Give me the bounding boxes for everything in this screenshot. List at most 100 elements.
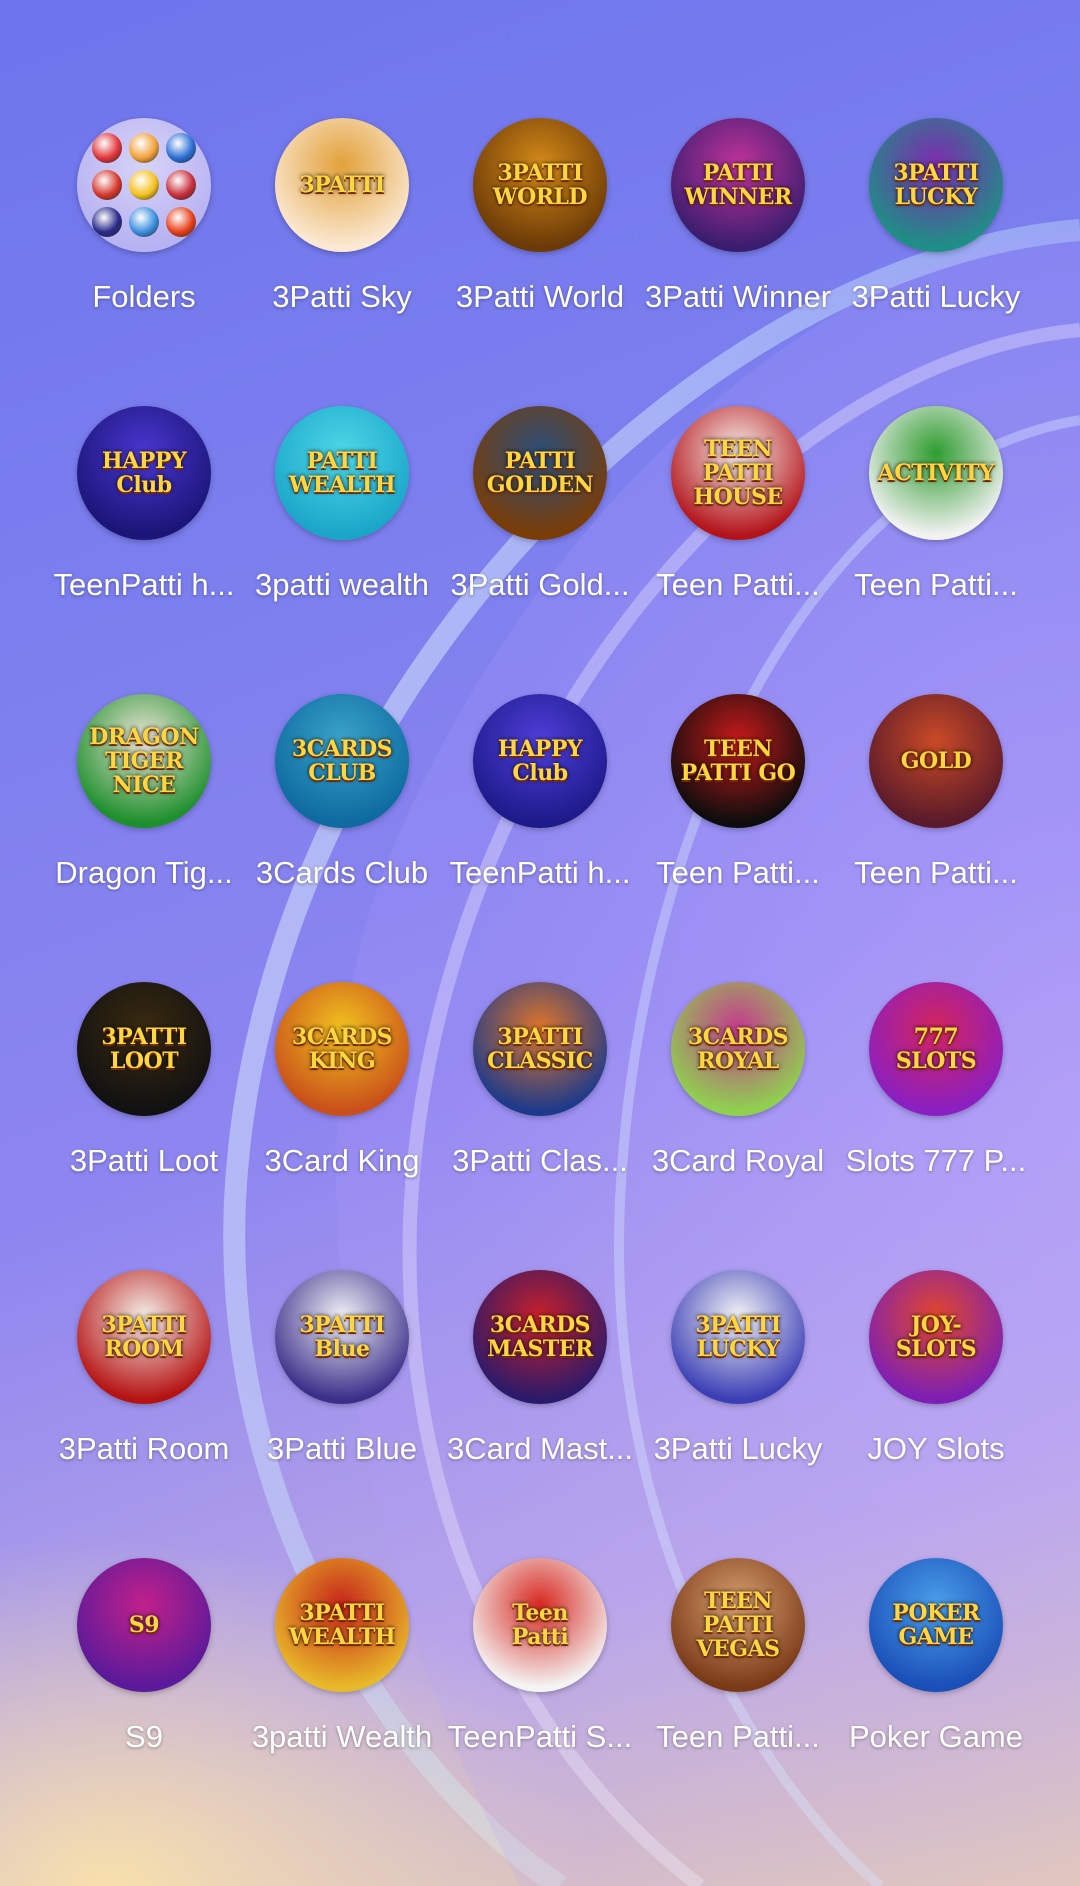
folder-icon[interactable] [77, 118, 211, 252]
teen-patti-gold-icon[interactable]: GOLD [869, 694, 1003, 828]
app-label: 3patti Wealth [251, 1719, 433, 1754]
icon-logo-text: POKER GAME [892, 1600, 980, 1650]
icon-logo-text: HAPPY Club [497, 736, 583, 786]
app-3cards-club[interactable]: 3CARDS CLUB 3Cards Club [243, 686, 441, 974]
app-s9[interactable]: S9 S9 [45, 1550, 243, 1838]
3patti-wealth-2-icon[interactable]: 3PATTI WEALTH [275, 1558, 409, 1692]
3patti-world-icon[interactable]: 3PATTI WORLD [473, 118, 607, 252]
icon-logo-text: 3PATTI WEALTH [288, 1600, 396, 1650]
app-3patti-wealth[interactable]: PATTI WEALTH 3patti wealth [243, 398, 441, 686]
joy-slots-icon[interactable]: JOY-SLOTS [869, 1270, 1003, 1404]
app-3patti-blue[interactable]: 3PATTI Blue 3Patti Blue [243, 1262, 441, 1550]
app-3patti-lucky[interactable]: 3PATTI LUCKY 3Patti Lucky [837, 110, 1035, 398]
icon-logo-text: TEEN PATTI VEGAS [696, 1588, 780, 1662]
app-teen-patti-activity[interactable]: ACTIVITY Teen Patti... [837, 398, 1035, 686]
icon-logo-text: Teen Patti [511, 1600, 569, 1650]
app-label: 3Patti Blue [267, 1431, 417, 1466]
dragon-tiger-icon[interactable]: DRAGON TIGER NICE [77, 694, 211, 828]
app-3patti-golden[interactable]: PATTI GOLDEN 3Patti Gold... [441, 398, 639, 686]
app-teen-patti-go[interactable]: TEEN PATTI GO Teen Patti... [639, 686, 837, 974]
app-label: Dragon Tig... [55, 855, 233, 890]
folder-app-thumbnail [129, 170, 159, 200]
app-3patti-wealth-2[interactable]: 3PATTI WEALTH 3patti Wealth [243, 1550, 441, 1838]
icon-logo-text: ACTIVITY [877, 460, 995, 486]
app-3patti-lucky-2[interactable]: 3PATTI LUCKY 3Patti Lucky [639, 1262, 837, 1550]
teen-patti-house-icon[interactable]: TEEN PATTI HOUSE [671, 406, 805, 540]
3card-royal-icon[interactable]: 3CARDS ROYAL [671, 982, 805, 1116]
teenpatti-s-icon[interactable]: Teen Patti [473, 1558, 607, 1692]
3cards-club-icon[interactable]: 3CARDS CLUB [275, 694, 409, 828]
icon-logo-text: PATTI WEALTH [288, 448, 396, 498]
3patti-room-icon[interactable]: 3PATTI ROOM [77, 1270, 211, 1404]
3patti-classic-icon[interactable]: 3PATTI CLASSIC [473, 982, 607, 1116]
app-dragon-tiger[interactable]: DRAGON TIGER NICE Dragon Tig... [45, 686, 243, 974]
3patti-loot-icon[interactable]: 3PATTI LOOT [77, 982, 211, 1116]
app-label: 3Patti Winner [644, 279, 832, 314]
app-slots-777[interactable]: 777 SLOTS Slots 777 P... [837, 974, 1035, 1262]
app-folder[interactable]: Folders [45, 110, 243, 398]
app-label: JOY Slots [867, 1431, 1005, 1466]
icon-logo-text: HAPPY Club [101, 448, 187, 498]
app-label: Folders [92, 279, 196, 314]
app-teen-patti-house[interactable]: TEEN PATTI HOUSE Teen Patti... [639, 398, 837, 686]
app-label: 3Patti Lucky [653, 1431, 823, 1466]
3card-king-icon[interactable]: 3CARDS KING [275, 982, 409, 1116]
3patti-sky-icon[interactable]: 3PATTI [275, 118, 409, 252]
folder-app-thumbnail [129, 207, 159, 237]
app-teenpatti-happy-club-2[interactable]: HAPPY Club TeenPatti h... [441, 686, 639, 974]
3patti-lucky-icon[interactable]: 3PATTI LUCKY [869, 118, 1003, 252]
icon-logo-text: S9 [128, 1612, 160, 1638]
app-label: 3Card King [264, 1143, 420, 1178]
app-3patti-sky[interactable]: 3PATTI 3Patti Sky [243, 110, 441, 398]
app-label: S9 [125, 1719, 163, 1754]
3patti-golden-icon[interactable]: PATTI GOLDEN [473, 406, 607, 540]
app-teen-patti-gold[interactable]: GOLD Teen Patti... [837, 686, 1035, 974]
app-label: 3Patti Loot [69, 1143, 219, 1178]
app-teenpatti-s[interactable]: Teen Patti TeenPatti S... [441, 1550, 639, 1838]
app-poker-game[interactable]: POKER GAME Poker Game [837, 1550, 1035, 1838]
icon-logo-text: TEEN PATTI GO [680, 736, 796, 786]
app-3card-king[interactable]: 3CARDS KING 3Card King [243, 974, 441, 1262]
app-3card-royal[interactable]: 3CARDS ROYAL 3Card Royal [639, 974, 837, 1262]
teenpatti-happy-club-icon[interactable]: HAPPY Club [77, 406, 211, 540]
teenpatti-happy-club-2-icon[interactable]: HAPPY Club [473, 694, 607, 828]
app-3patti-loot[interactable]: 3PATTI LOOT 3Patti Loot [45, 974, 243, 1262]
3card-master-icon[interactable]: 3CARDS MASTER [473, 1270, 607, 1404]
icon-logo-text: DRAGON TIGER NICE [89, 724, 199, 798]
icon-logo-text: TEEN PATTI HOUSE [693, 436, 783, 510]
app-3patti-classic[interactable]: 3PATTI CLASSIC 3Patti Clas... [441, 974, 639, 1262]
app-joy-slots[interactable]: JOY-SLOTS JOY Slots [837, 1262, 1035, 1550]
app-label: Poker Game [848, 1719, 1023, 1754]
app-label: 3Patti World [455, 279, 625, 314]
s9-icon[interactable]: S9 [77, 1558, 211, 1692]
app-3patti-winner[interactable]: PATTI WINNER 3Patti Winner [639, 110, 837, 398]
3patti-winner-icon[interactable]: PATTI WINNER [671, 118, 805, 252]
app-3card-master[interactable]: 3CARDS MASTER 3Card Mast... [441, 1262, 639, 1550]
app-3patti-world[interactable]: 3PATTI WORLD 3Patti World [441, 110, 639, 398]
3patti-blue-icon[interactable]: 3PATTI Blue [275, 1270, 409, 1404]
app-label: Teen Patti... [854, 855, 1018, 890]
3patti-lucky-2-icon[interactable]: 3PATTI LUCKY [671, 1270, 805, 1404]
icon-logo-text: 3CARDS MASTER [487, 1312, 593, 1362]
app-label: TeenPatti S... [447, 1719, 633, 1754]
icon-logo-text: 3PATTI [299, 172, 385, 198]
teen-patti-activity-icon[interactable]: ACTIVITY [869, 406, 1003, 540]
teen-patti-vegas-icon[interactable]: TEEN PATTI VEGAS [671, 1558, 805, 1692]
icon-logo-text: 3PATTI LUCKY [893, 160, 979, 210]
teen-patti-go-icon[interactable]: TEEN PATTI GO [671, 694, 805, 828]
app-3patti-room[interactable]: 3PATTI ROOM 3Patti Room [45, 1262, 243, 1550]
3patti-wealth-icon[interactable]: PATTI WEALTH [275, 406, 409, 540]
app-label: 3Card Royal [651, 1143, 825, 1178]
folder-app-thumbnail [92, 133, 122, 163]
app-teenpatti-happy-club[interactable]: HAPPY Club TeenPatti h... [45, 398, 243, 686]
folder-app-thumbnail [92, 207, 122, 237]
slots-777-icon[interactable]: 777 SLOTS [869, 982, 1003, 1116]
poker-game-icon[interactable]: POKER GAME [869, 1558, 1003, 1692]
app-teen-patti-vegas[interactable]: TEEN PATTI VEGAS Teen Patti... [639, 1550, 837, 1838]
icon-logo-text: 3PATTI LOOT [101, 1024, 187, 1074]
icon-logo-text: 3PATTI LUCKY [695, 1312, 781, 1362]
app-label: Teen Patti... [656, 1719, 820, 1754]
app-label: TeenPatti h... [53, 567, 235, 602]
app-label: 3Patti Sky [272, 279, 412, 314]
app-label: 3Cards Club [255, 855, 429, 890]
